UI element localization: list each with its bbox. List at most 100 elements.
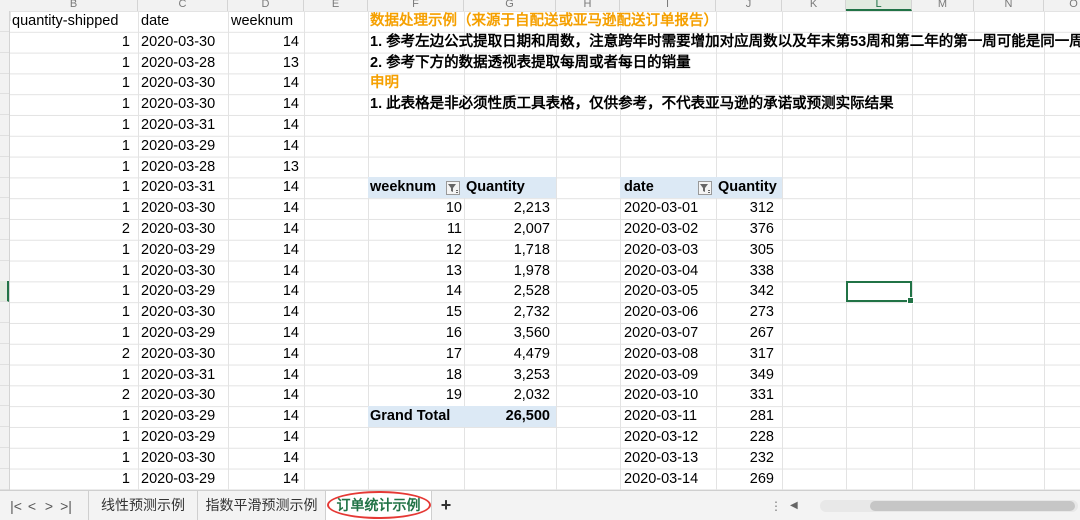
source-cell[interactable]: 14 — [231, 385, 299, 406]
pivot-week-quantity[interactable]: 2,528 — [464, 281, 550, 302]
pivot-date-quantity[interactable]: 267 — [716, 323, 774, 344]
source-cell[interactable]: 14 — [231, 302, 299, 323]
row-header[interactable] — [0, 344, 9, 365]
pivot-week-quantity[interactable]: 1,978 — [464, 261, 550, 282]
pivot-week-quantity[interactable]: 1,718 — [464, 240, 550, 261]
source-cell[interactable]: 2020-03-30 — [141, 73, 227, 94]
source-cell[interactable]: 14 — [231, 136, 299, 157]
next-sheet-icon[interactable]: > — [41, 497, 57, 515]
source-cell[interactable]: 2 — [12, 385, 130, 406]
pivot-week-weeknum[interactable]: 11 — [368, 219, 462, 240]
source-cell[interactable]: 2 — [12, 219, 130, 240]
pivot-date-date[interactable]: 2020-03-05 — [620, 281, 716, 302]
first-sheet-icon[interactable]: |< — [8, 497, 24, 515]
filter-dropdown-icon[interactable] — [698, 181, 712, 195]
pivot-date-quantity[interactable]: 232 — [716, 448, 774, 469]
source-cell[interactable]: 1 — [12, 157, 130, 178]
column-header-c[interactable]: C — [138, 0, 228, 11]
source-header-2[interactable]: weeknum — [231, 11, 299, 32]
pivot-date-date[interactable]: 2020-03-06 — [620, 302, 716, 323]
source-cell[interactable]: 14 — [231, 323, 299, 344]
source-header-0[interactable]: quantity-shipped — [12, 11, 128, 32]
row-header[interactable] — [0, 136, 9, 157]
source-cell[interactable]: 2020-03-29 — [141, 406, 227, 427]
source-cell[interactable]: 2020-03-29 — [141, 136, 227, 157]
source-cell[interactable]: 14 — [231, 177, 299, 198]
source-cell[interactable]: 14 — [231, 344, 299, 365]
column-header-h[interactable]: H — [556, 0, 620, 11]
column-header-e[interactable]: E — [304, 0, 368, 11]
source-cell[interactable]: 14 — [231, 281, 299, 302]
row-header[interactable] — [0, 94, 9, 115]
source-cell[interactable]: 1 — [12, 448, 130, 469]
pivot-date-header-quantity[interactable]: Quantity — [716, 177, 782, 198]
disclaimer-title[interactable]: 申明 — [370, 73, 570, 94]
source-cell[interactable]: 2020-03-30 — [141, 448, 227, 469]
source-cell[interactable]: 2020-03-30 — [141, 94, 227, 115]
source-cell[interactable]: 14 — [231, 406, 299, 427]
row-header[interactable] — [0, 469, 9, 490]
column-header-n[interactable]: N — [974, 0, 1044, 11]
pivot-date-quantity[interactable]: 342 — [716, 281, 774, 302]
row-header[interactable] — [0, 219, 9, 240]
source-cell[interactable]: 1 — [12, 323, 130, 344]
pivot-week-header-quantity[interactable]: Quantity — [464, 177, 556, 198]
pivot-date-date[interactable]: 2020-03-12 — [620, 427, 716, 448]
row-header[interactable] — [0, 157, 9, 178]
pivot-date-quantity[interactable]: 281 — [716, 406, 774, 427]
pivot-date-date[interactable]: 2020-03-02 — [620, 219, 716, 240]
source-cell[interactable]: 13 — [231, 53, 299, 74]
source-cell[interactable]: 2020-03-30 — [141, 219, 227, 240]
filter-dropdown-icon[interactable] — [446, 181, 460, 195]
pivot-week-total-value[interactable]: 26,500 — [464, 406, 556, 427]
source-header-1[interactable]: date — [141, 11, 225, 32]
source-cell[interactable]: 2020-03-30 — [141, 344, 227, 365]
source-cell[interactable]: 14 — [231, 32, 299, 53]
source-cell[interactable]: 14 — [231, 240, 299, 261]
row-header[interactable] — [0, 53, 9, 74]
source-cell[interactable]: 2020-03-30 — [141, 385, 227, 406]
row-header[interactable] — [0, 261, 9, 282]
add-sheet-button[interactable]: + — [436, 495, 456, 515]
row-header[interactable] — [0, 32, 9, 53]
column-header-f[interactable]: F — [368, 0, 464, 11]
pivot-date-date[interactable]: 2020-03-13 — [620, 448, 716, 469]
pivot-week-quantity[interactable]: 2,213 — [464, 198, 550, 219]
tab-exponential-smoothing[interactable]: 指数平滑预测示例 — [198, 491, 326, 520]
pivot-date-quantity[interactable]: 376 — [716, 219, 774, 240]
source-cell[interactable]: 2020-03-29 — [141, 240, 227, 261]
pivot-week-quantity[interactable]: 2,732 — [464, 302, 550, 323]
source-cell[interactable]: 1 — [12, 240, 130, 261]
pivot-date-quantity[interactable]: 273 — [716, 302, 774, 323]
disclaimer-line-1[interactable]: 1. 此表格是非必须性质工具表格，仅供参考，不代表亚马逊的承诺或预测实际结果 — [370, 94, 1030, 115]
pivot-date-quantity[interactable]: 331 — [716, 385, 774, 406]
row-header[interactable] — [0, 73, 9, 94]
source-cell[interactable]: 1 — [12, 73, 130, 94]
source-cell[interactable]: 1 — [12, 198, 130, 219]
source-cell[interactable]: 1 — [12, 94, 130, 115]
column-header-o[interactable]: O — [1044, 0, 1080, 11]
source-cell[interactable]: 14 — [231, 365, 299, 386]
source-cell[interactable]: 1 — [12, 365, 130, 386]
source-cell[interactable]: 1 — [12, 53, 130, 74]
pivot-date-date[interactable]: 2020-03-01 — [620, 198, 716, 219]
source-cell[interactable]: 1 — [12, 115, 130, 136]
prev-sheet-icon[interactable]: < — [24, 497, 40, 515]
column-header-d[interactable]: D — [228, 0, 304, 11]
pivot-date-date[interactable]: 2020-03-08 — [620, 344, 716, 365]
source-cell[interactable]: 14 — [231, 73, 299, 94]
pivot-date-date[interactable]: 2020-03-14 — [620, 469, 716, 490]
row-header[interactable] — [0, 406, 9, 427]
pivot-week-quantity[interactable]: 3,253 — [464, 365, 550, 386]
pivot-date-date[interactable]: 2020-03-11 — [620, 406, 716, 427]
pivot-date-quantity[interactable]: 312 — [716, 198, 774, 219]
source-cell[interactable]: 14 — [231, 198, 299, 219]
source-cell[interactable]: 2020-03-29 — [141, 427, 227, 448]
pivot-date-date[interactable]: 2020-03-03 — [620, 240, 716, 261]
column-header-m[interactable]: M — [912, 0, 974, 11]
pivot-week-weeknum[interactable]: 13 — [368, 261, 462, 282]
source-cell[interactable]: 2020-03-31 — [141, 115, 227, 136]
pivot-week-weeknum[interactable]: 14 — [368, 281, 462, 302]
pivot-date-date[interactable]: 2020-03-10 — [620, 385, 716, 406]
pivot-date-quantity[interactable]: 269 — [716, 469, 774, 490]
